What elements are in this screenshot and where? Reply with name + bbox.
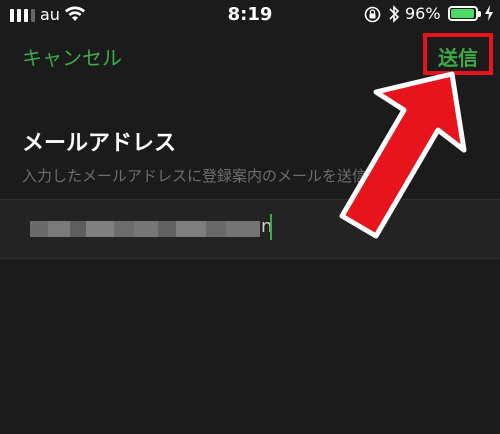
bluetooth-icon — [388, 4, 400, 28]
battery-icon — [448, 6, 481, 21]
section-title: メールアドレス — [22, 131, 177, 156]
email-registration-screen: au 8:19 96% キャンセル 送信 メールアドレス 入力したメールアドレス… — [0, 0, 500, 434]
text-caret — [270, 214, 272, 240]
cancel-button[interactable]: キャンセル — [22, 42, 122, 71]
section-description: 入力したメールアドレスに登録案内のメールを送信 — [22, 167, 368, 185]
charging-icon — [484, 4, 494, 26]
email-blurred-text — [30, 221, 260, 237]
battery-percentage: 96% — [405, 4, 441, 23]
arrow-icon — [339, 71, 467, 239]
status-bar: au 8:19 96% — [0, 0, 500, 30]
orientation-lock-icon — [364, 6, 381, 27]
send-button[interactable]: 送信 — [438, 42, 478, 71]
